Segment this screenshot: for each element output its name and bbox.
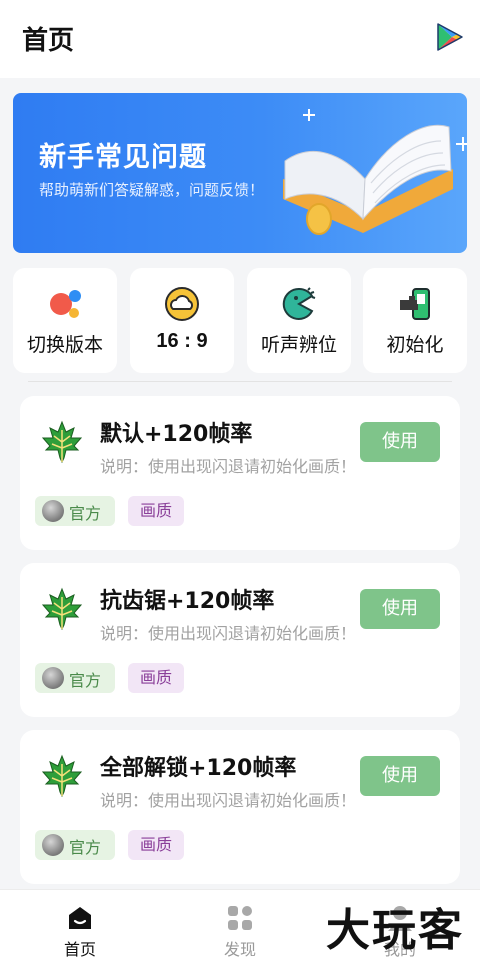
- config-title: 抗齿锯+120帧率: [100, 589, 275, 614]
- config-card: 抗齿锯+120帧率 说明：使用出现闪退请初始化画质！ 使用 官方 画质: [20, 563, 460, 717]
- config-card: 默认+120帧率 说明：使用出现闪退请初始化画质！ 使用 官方 画质: [20, 396, 460, 550]
- config-description: 说明：使用出现闪退请初始化画质！: [100, 791, 357, 810]
- official-tag: 官方: [35, 830, 115, 860]
- quick-label: 听声辨位: [260, 334, 337, 356]
- switch-version-icon: [50, 290, 81, 318]
- open-book-icon: [283, 109, 467, 235]
- maple-leaf-icon: [41, 587, 83, 631]
- use-button[interactable]: 使用: [360, 589, 440, 629]
- avatar: [42, 500, 64, 522]
- nav-label: 首页: [63, 940, 96, 959]
- top-app-bar: 首页: [0, 0, 480, 78]
- discover-icon: [228, 906, 252, 930]
- official-tag-label: 官方: [69, 838, 102, 857]
- maple-leaf-icon: [41, 754, 83, 798]
- quick-label: 切换版本: [26, 334, 103, 356]
- nav-item-home[interactable]: 首页: [0, 890, 160, 971]
- quick-actions: 切换版本 16 : 9 听声辨位 初始化: [13, 268, 467, 373]
- config-description: 说明：使用出现闪退请初始化画质！: [100, 457, 357, 476]
- config-title: 默认+120帧率: [100, 422, 253, 447]
- official-tag-label: 官方: [69, 504, 102, 523]
- config-description: 说明：使用出现闪退请初始化画质！: [100, 624, 357, 643]
- quality-tag: 画质: [128, 496, 184, 526]
- quality-tag: 画质: [128, 663, 184, 693]
- banner-subtitle: 帮助萌新们答疑解惑，问题反馈！: [39, 181, 265, 199]
- quick-label: 16 : 9: [156, 330, 208, 352]
- maple-leaf-icon: [41, 420, 83, 464]
- faq-banner[interactable]: 新手常见问题 帮助萌新们答疑解惑，问题反馈！: [13, 93, 467, 253]
- play-store-icon[interactable]: [434, 22, 464, 52]
- quick-sound-position[interactable]: 听声辨位: [247, 268, 351, 373]
- aspect-ratio-icon: [165, 287, 199, 321]
- avatar: [42, 834, 64, 856]
- config-title: 全部解锁+120帧率: [100, 756, 297, 781]
- quick-label: 初始化: [386, 334, 444, 356]
- nav-label: 发现: [223, 940, 256, 959]
- quick-switch-version[interactable]: 切换版本: [13, 268, 117, 373]
- nav-item-discover[interactable]: 发现: [160, 890, 320, 971]
- home-icon: [69, 907, 91, 929]
- avatar: [42, 667, 64, 689]
- watermark-text: 大玩客: [326, 905, 464, 956]
- use-button[interactable]: 使用: [360, 422, 440, 462]
- section-divider: [28, 381, 452, 382]
- quick-aspect-ratio[interactable]: 16 : 9: [130, 268, 234, 373]
- use-button[interactable]: 使用: [360, 756, 440, 796]
- sound-position-icon: [282, 287, 316, 320]
- quality-tag: 画质: [128, 830, 184, 860]
- official-tag: 官方: [35, 663, 115, 693]
- official-tag-label: 官方: [69, 671, 102, 690]
- page-title: 首页: [22, 26, 75, 56]
- official-tag: 官方: [35, 496, 115, 526]
- initialize-icon: [400, 288, 430, 320]
- config-card: 全部解锁+120帧率 说明：使用出现闪退请初始化画质！ 使用 官方 画质: [20, 730, 460, 884]
- quick-initialize[interactable]: 初始化: [363, 268, 467, 373]
- banner-title: 新手常见问题: [39, 142, 207, 173]
